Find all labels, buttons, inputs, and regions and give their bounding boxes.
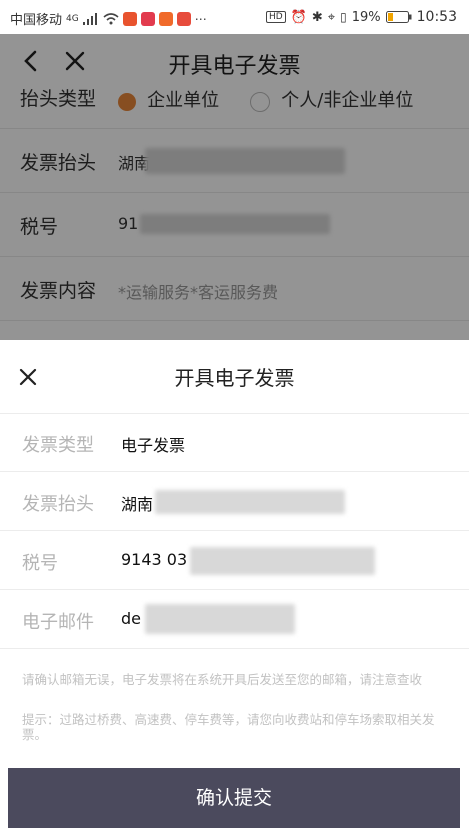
row-value: 湖南 xyxy=(121,495,154,514)
email-confirm-note: 请确认邮箱无误，电子发票将在系统开具后发送至您的邮箱，请注意查收 xyxy=(22,672,423,687)
more-notifications-icon: ⋯ xyxy=(194,11,207,26)
app-notification-icon xyxy=(140,11,155,26)
hd-badge: HD xyxy=(266,11,286,23)
row-label: 发票类型 xyxy=(22,435,94,456)
row-value: 9143 03 xyxy=(121,550,188,569)
row-value: de xyxy=(121,609,141,628)
redacted-blur xyxy=(145,604,295,634)
modal-overlay[interactable] xyxy=(0,34,469,340)
email-row: 电子邮件 de xyxy=(0,590,469,649)
sheet-title: 开具电子发票 xyxy=(174,366,295,390)
receipt-tip-note: 提示：过路过桥费、高速费、停车费等，请您向收费站和停车场索取相关发票。 xyxy=(22,712,435,742)
redacted-blur xyxy=(190,547,375,575)
carrier-label: 中国移动 xyxy=(10,13,63,28)
sheet-header: 开具电子发票 xyxy=(0,340,469,414)
invoice-confirm-sheet: 开具电子发票 发票类型 电子发票 发票抬头 湖南 税号 9143 03 电子邮件… xyxy=(0,340,469,840)
wifi-icon xyxy=(103,12,119,24)
vibrate-icon: ▯ xyxy=(340,10,347,24)
battery-icon xyxy=(385,11,412,23)
app-notification-icon xyxy=(158,11,173,26)
invoice-type-row: 发票类型 电子发票 xyxy=(0,413,469,472)
network-type: 4G xyxy=(66,13,79,24)
row-value: 电子发票 xyxy=(121,436,186,455)
app-notification-icon xyxy=(176,11,191,26)
row-label: 电子邮件 xyxy=(22,612,94,633)
clock: 10:53 xyxy=(416,9,457,25)
status-bar: 中国移动 4G ⋯ HD ⏰ ✱ ⌖ ▯ 19% 10:53 xyxy=(0,0,469,34)
tax-no-row: 税号 9143 03 xyxy=(0,531,469,590)
location-icon: ⌖ xyxy=(327,9,336,25)
row-label: 税号 xyxy=(22,553,58,574)
battery-percent: 19% xyxy=(351,9,381,25)
signal-icon xyxy=(82,12,97,25)
alarm-icon: ⏰ xyxy=(290,9,307,25)
row-label: 发票抬头 xyxy=(22,494,94,515)
redacted-blur xyxy=(155,490,345,514)
submit-button[interactable]: 确认提交 xyxy=(8,768,460,828)
bluetooth-icon: ✱ xyxy=(311,9,323,25)
invoice-title-row: 发票抬头 湖南 xyxy=(0,472,469,531)
app-notification-icon xyxy=(122,11,137,26)
